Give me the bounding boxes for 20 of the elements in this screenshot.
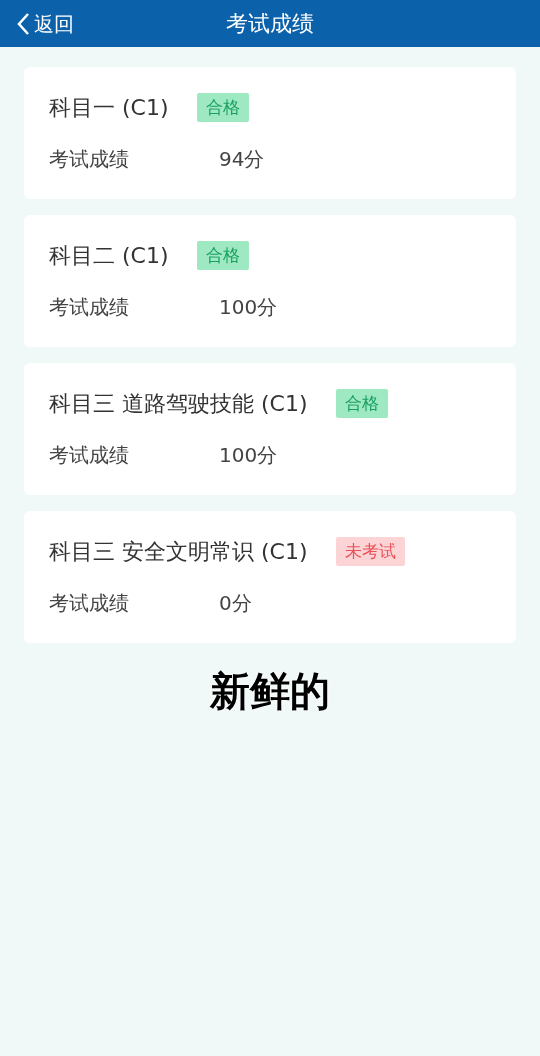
- back-button[interactable]: 返回: [16, 0, 74, 47]
- video-caption: 新鲜的: [210, 667, 330, 716]
- status-badge: 合格: [196, 240, 249, 271]
- subject-name: 科目三 安全文明常识 (C1): [49, 538, 308, 566]
- status-badge: 未考试: [335, 536, 405, 567]
- score-label: 考试成绩: [49, 442, 130, 469]
- subject-name: 科目一 (C1): [49, 94, 169, 122]
- back-chevron-icon: [16, 11, 30, 36]
- subject-name: 科目三 道路驾驶技能 (C1): [49, 390, 308, 418]
- page-title: 考试成绩: [226, 10, 314, 38]
- status-badge: 合格: [196, 92, 249, 123]
- subject-name: 科目二 (C1): [49, 242, 169, 270]
- score-value: 100分: [219, 294, 278, 321]
- score-value: 0分: [219, 590, 252, 617]
- score-label: 考试成绩: [49, 146, 130, 173]
- score-value: 100分: [219, 442, 278, 469]
- status-badge: 合格: [335, 388, 388, 419]
- score-label: 考试成绩: [49, 590, 130, 617]
- score-label: 考试成绩: [49, 294, 130, 321]
- score-value: 94分: [219, 146, 265, 173]
